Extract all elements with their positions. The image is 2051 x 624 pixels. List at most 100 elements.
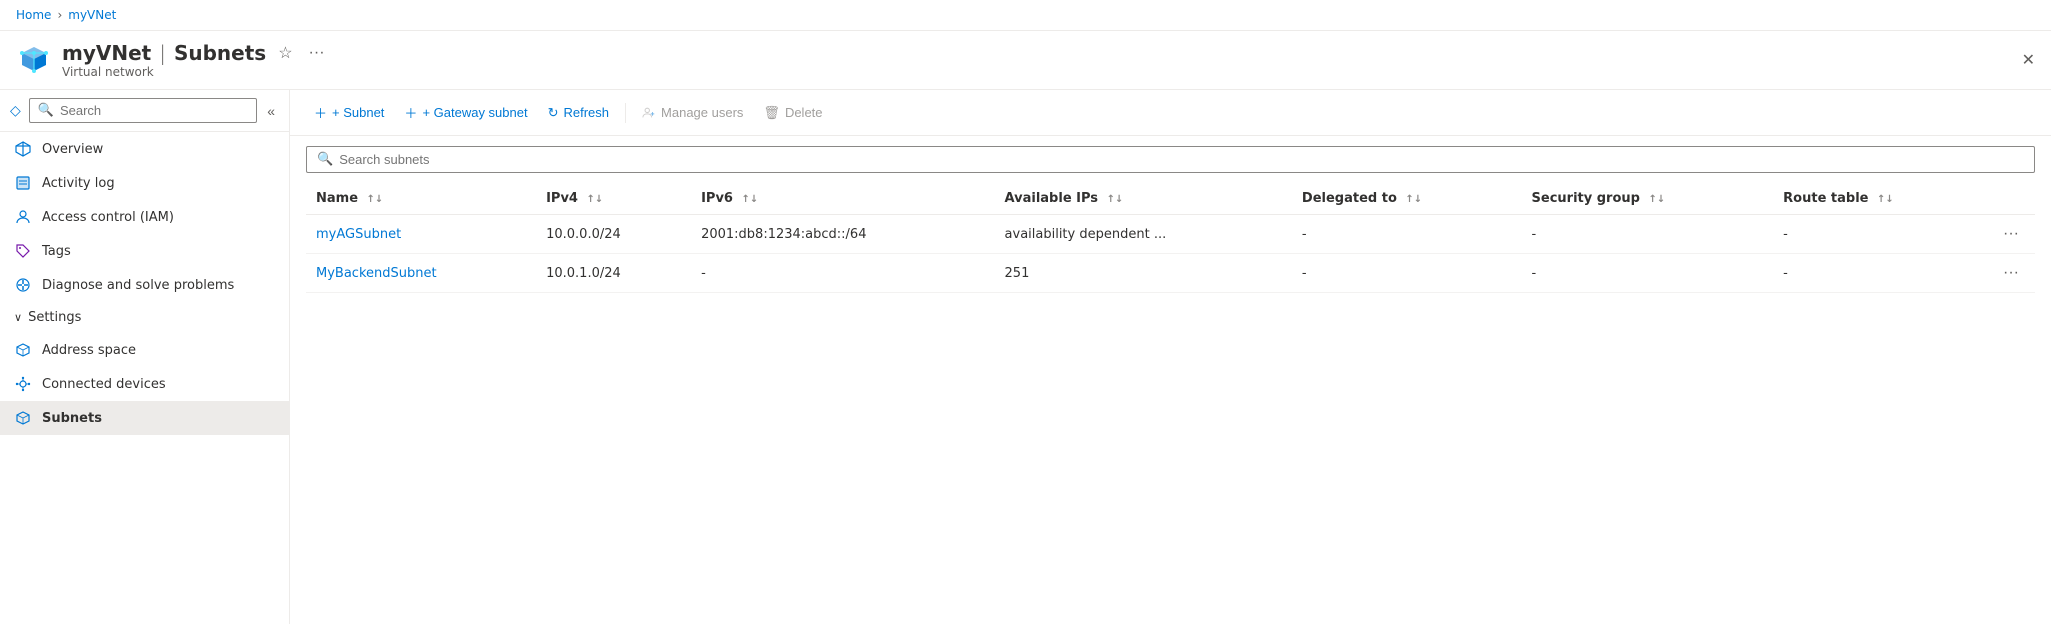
toolbar-divider	[625, 103, 626, 123]
delete-button[interactable]: 🗑 Delete	[755, 100, 830, 126]
resource-type-label: Virtual network	[62, 65, 329, 79]
cell-row-menu-0: ···	[1987, 215, 2035, 254]
sidebar: ◇ 🔍 « Overview Activity log	[0, 90, 290, 624]
add-gateway-label: + Gateway subnet	[422, 105, 527, 120]
sidebar-navigation: Overview Activity log Access control (IA…	[0, 132, 289, 624]
manage-users-button[interactable]: Manage users	[634, 100, 751, 126]
cell-row-menu-1: ···	[1987, 254, 2035, 293]
table-row: myAGSubnet 10.0.0.0/242001:db8:1234:abcd:…	[306, 215, 2035, 254]
sidebar-item-subnets[interactable]: Subnets	[0, 401, 289, 435]
add-subnet-label: + Subnet	[332, 105, 384, 120]
col-actions	[1987, 183, 2035, 215]
security-sort-icon[interactable]: ↑↓	[1648, 194, 1665, 205]
diagnose-icon	[14, 276, 32, 294]
top-bar: Home › myVNet	[0, 0, 2051, 31]
col-ipv4: IPv4 ↑↓	[536, 183, 691, 215]
add-gateway-icon: ＋	[404, 103, 417, 122]
cell-ipv6-1: -	[691, 254, 994, 293]
resource-name: myVNet	[62, 41, 151, 65]
sidebar-search-box[interactable]: 🔍	[29, 98, 257, 123]
page-title: myVNet | Subnets ☆ ···	[62, 41, 329, 65]
name-sort-icon[interactable]: ↑↓	[367, 194, 384, 205]
ipv4-sort-icon[interactable]: ↑↓	[587, 194, 604, 205]
subnet-name-link-0[interactable]: myAGSubnet	[316, 227, 401, 242]
sidebar-item-iam[interactable]: Access control (IAM)	[0, 200, 289, 234]
col-route-table: Route table ↑↓	[1773, 183, 1987, 215]
subnet-table: Name ↑↓ IPv4 ↑↓ IPv6 ↑↓ Available IPs	[306, 183, 2035, 293]
delegated-sort-icon[interactable]: ↑↓	[1405, 194, 1422, 205]
sidebar-item-iam-label: Access control (IAM)	[42, 210, 174, 225]
cell-available-ips-0: availability dependent ...	[995, 215, 1292, 254]
toolbar: ＋ + Subnet ＋ + Gateway subnet ↻ Refresh …	[290, 90, 2051, 136]
sidebar-item-tags[interactable]: Tags	[0, 234, 289, 268]
refresh-button[interactable]: ↻ Refresh	[540, 100, 617, 126]
sidebar-item-activity-log[interactable]: Activity log	[0, 166, 289, 200]
cell-name-1: MyBackendSubnet	[306, 254, 536, 293]
settings-section-header[interactable]: ∨ Settings	[0, 302, 289, 333]
settings-chevron-icon: ∨	[14, 311, 22, 324]
search-bar-row: 🔍	[290, 136, 2051, 183]
cell-security-group-0: -	[1522, 215, 1774, 254]
manage-users-label: Manage users	[661, 105, 743, 120]
cell-ipv4-0: 10.0.0.0/24	[536, 215, 691, 254]
ipv6-sort-icon[interactable]: ↑↓	[742, 194, 759, 205]
sidebar-item-diagnose[interactable]: Diagnose and solve problems	[0, 268, 289, 302]
cell-route-table-0: -	[1773, 215, 1987, 254]
cell-ipv4-1: 10.0.1.0/24	[536, 254, 691, 293]
add-subnet-button[interactable]: ＋ + Subnet	[306, 98, 392, 127]
col-ipv6: IPv6 ↑↓	[691, 183, 994, 215]
delete-label: Delete	[785, 105, 823, 120]
col-security-group: Security group ↑↓	[1522, 183, 1774, 215]
search-input[interactable]	[60, 103, 248, 118]
refresh-label: Refresh	[564, 105, 610, 120]
main-layout: ◇ 🔍 « Overview Activity log	[0, 90, 2051, 624]
sidebar-item-address-space[interactable]: Address space	[0, 333, 289, 367]
settings-section-label: Settings	[28, 310, 81, 325]
col-available-ips: Available IPs ↑↓	[995, 183, 1292, 215]
sidebar-search-row: ◇ 🔍 «	[0, 90, 289, 132]
page-section: Subnets	[174, 41, 266, 65]
subnet-search-box[interactable]: 🔍	[306, 146, 2035, 173]
sidebar-item-activity-log-label: Activity log	[42, 176, 115, 191]
search-icon: 🔍	[38, 103, 54, 118]
add-gateway-subnet-button[interactable]: ＋ + Gateway subnet	[396, 98, 535, 127]
route-sort-icon[interactable]: ↑↓	[1877, 194, 1894, 205]
header-title-group: myVNet | Subnets ☆ ··· Virtual network	[62, 41, 329, 79]
table-row: MyBackendSubnet10.0.1.0/24-251---···	[306, 254, 2035, 293]
sidebar-item-diagnose-label: Diagnose and solve problems	[42, 278, 234, 293]
more-options-button[interactable]: ···	[305, 42, 329, 64]
favorite-button[interactable]: ☆	[274, 41, 296, 65]
col-delegated-to: Delegated to ↑↓	[1292, 183, 1522, 215]
sidebar-item-address-space-label: Address space	[42, 343, 136, 358]
cell-name-0: myAGSubnet	[306, 215, 536, 254]
row-context-menu-button-1[interactable]: ···	[1997, 262, 2025, 284]
sidebar-item-overview-label: Overview	[42, 142, 103, 157]
connected-devices-icon	[14, 375, 32, 393]
sidebar-item-connected-devices[interactable]: Connected devices	[0, 367, 289, 401]
activity-log-icon	[14, 174, 32, 192]
cell-security-group-1: -	[1522, 254, 1774, 293]
cell-available-ips-1: 251	[995, 254, 1292, 293]
breadcrumb-home[interactable]: Home	[16, 8, 51, 22]
cell-delegated-1: -	[1292, 254, 1522, 293]
delete-icon: 🗑	[763, 105, 780, 121]
breadcrumb-resource[interactable]: myVNet	[68, 8, 116, 22]
available-ips-sort-icon[interactable]: ↑↓	[1107, 194, 1124, 205]
sidebar-item-overview[interactable]: Overview	[0, 132, 289, 166]
subnet-name-link-1[interactable]: MyBackendSubnet	[316, 266, 437, 281]
subnet-search-input[interactable]	[339, 152, 2024, 167]
address-space-icon	[14, 341, 32, 359]
refresh-icon: ↻	[548, 105, 559, 121]
subnet-search-icon: 🔍	[317, 152, 333, 167]
collapse-sidebar-button[interactable]: «	[263, 99, 279, 123]
iam-icon	[14, 208, 32, 226]
cell-ipv6-0: 2001:db8:1234:abcd::/64	[691, 215, 994, 254]
vnet-logo-icon	[16, 41, 52, 77]
close-button[interactable]: ✕	[2022, 50, 2035, 70]
tags-icon	[14, 242, 32, 260]
sidebar-item-subnets-label: Subnets	[42, 411, 102, 426]
breadcrumb: Home › myVNet	[16, 8, 116, 22]
row-context-menu-button-0[interactable]: ···	[1997, 223, 2025, 245]
breadcrumb-separator: ›	[57, 8, 62, 22]
col-name: Name ↑↓	[306, 183, 536, 215]
